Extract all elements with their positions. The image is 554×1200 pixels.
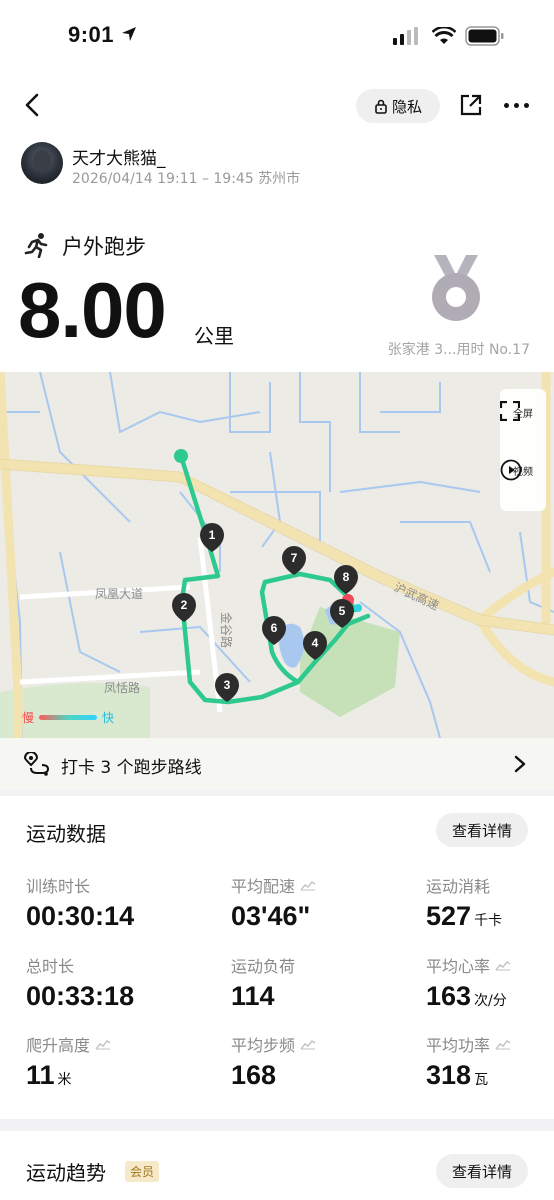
time-location: 2026/04/14 19:11 – 19:45 苏州市 [72, 171, 301, 187]
top-nav: 隐私 [0, 72, 554, 138]
metric-avg-power[interactable]: 平均功率 318 瓦 [426, 1033, 554, 1091]
route-checkin-row[interactable]: 打卡 3 个跑步路线 [0, 738, 554, 790]
speed-slow-label: 慢 [22, 711, 35, 725]
metric-total-time[interactable]: 总时长 00:33:18 [26, 954, 206, 1012]
km-marker[interactable]: 2 [172, 593, 196, 622]
svg-text:8: 8 [343, 570, 350, 584]
metric-value: 00:30:14 [26, 901, 135, 931]
metric-value: 114 [231, 981, 275, 1011]
metric-label: 平均功率 [426, 1036, 491, 1055]
metric-value: 163 [426, 981, 472, 1011]
svg-text:6: 6 [271, 621, 278, 635]
metric-value: 03'46" [231, 901, 311, 931]
wifi-icon [432, 27, 456, 44]
metric-label: 运动消耗 [426, 877, 491, 896]
avatar[interactable] [21, 142, 63, 184]
road-label: 凤恬路 [104, 680, 140, 695]
medal-text[interactable]: 张家港 3...用时 No.17 [388, 339, 530, 359]
route-map[interactable]: 凤凰大道 金谷路 凤恬路 沪武高速 1 2 3 4 5 6 7 8 全屏 视频 … [0, 372, 554, 738]
metric-unit: 米 [57, 1072, 72, 1088]
metric-value: 168 [231, 1060, 277, 1090]
map-controls: 全屏 视频 [500, 389, 546, 511]
road-edges [0, 458, 554, 636]
status-time: 9:01 [68, 22, 115, 47]
battery-icon [465, 26, 504, 46]
metric-training-load[interactable]: 运动负荷 114 [231, 954, 411, 1012]
activity-header: 天才大熊猫_ 2026/04/14 19:11 – 19:45 苏州市 户外跑步… [0, 138, 554, 372]
metric-avg-heart-rate[interactable]: 平均心率 163 次/分 [426, 954, 554, 1012]
road-label: 沪武高速 [392, 579, 442, 613]
trend-chart-icon [495, 961, 511, 971]
svg-text:5: 5 [339, 604, 346, 618]
stats-detail-button[interactable]: 查看详情 [436, 813, 528, 847]
metric-calories[interactable]: 运动消耗 527 千卡 [426, 874, 554, 932]
fullscreen-icon [500, 401, 520, 421]
stats-title: 运动数据 [26, 822, 106, 846]
sport-type: 户外跑步 [62, 235, 146, 259]
metric-label: 平均配速 [231, 877, 296, 896]
metric-label: 总时长 [26, 957, 75, 976]
signal-icon [393, 27, 418, 45]
running-icon [24, 233, 48, 258]
back-icon[interactable] [20, 92, 44, 118]
metric-unit: 次/分 [474, 993, 507, 1009]
metric-label: 平均步频 [231, 1036, 296, 1055]
metric-avg-pace[interactable]: 平均配速 03'46" [231, 874, 411, 932]
play-icon [500, 459, 522, 481]
checkin-text: 打卡 3 个跑步路线 [61, 758, 202, 778]
metric-training-time[interactable]: 训练时长 00:30:14 [26, 874, 206, 932]
privacy-label: 隐私 [391, 97, 422, 116]
trend-chart-icon [95, 1040, 111, 1050]
metric-value: 527 [426, 901, 472, 931]
svg-text:3: 3 [224, 678, 231, 692]
member-badge: 会员 [125, 1161, 160, 1182]
trend-chart-icon [495, 1040, 511, 1050]
lock-icon [375, 99, 387, 114]
road-label: 金谷路 [219, 612, 234, 648]
trend-title: 运动趋势 [26, 1161, 106, 1185]
privacy-button[interactable]: 隐私 [356, 89, 440, 123]
svg-text:4: 4 [312, 636, 319, 650]
metric-label: 运动负荷 [231, 957, 296, 976]
km-marker[interactable]: 7 [282, 546, 306, 575]
start-marker[interactable] [174, 449, 188, 463]
speed-legend: 慢 快 [22, 709, 114, 726]
metric-avg-cadence[interactable]: 平均步频 168 [231, 1033, 411, 1091]
metric-label: 训练时长 [26, 877, 91, 896]
distance-unit: 公里 [194, 324, 234, 348]
end-marker-dot [354, 604, 362, 612]
chevron-right-icon [514, 755, 526, 773]
svg-text:7: 7 [291, 551, 298, 565]
trend-detail-button[interactable]: 查看详情 [436, 1154, 528, 1188]
stats-card: 运动数据 查看详情 训练时长 00:30:14 平均配速 03'46" 运动消耗… [0, 796, 554, 1119]
speed-fast-label: 快 [102, 711, 115, 725]
trend-card: 运动趋势 会员 查看详情 [0, 1131, 554, 1200]
route-pin-icon [24, 752, 50, 776]
metric-value: 318 [426, 1060, 472, 1090]
road-label: 凤凰大道 [95, 587, 143, 601]
metric-value: 11 [26, 1060, 55, 1090]
location-arrow-icon [122, 27, 136, 41]
speed-gradient-bar [39, 715, 98, 720]
svg-text:2: 2 [181, 598, 188, 612]
metric-label: 爬升高度 [26, 1036, 91, 1055]
status-bar: 9:01 [0, 0, 554, 72]
more-icon[interactable] [504, 103, 529, 108]
distance-value: 8.00 [18, 266, 167, 354]
trend-chart-icon [300, 881, 316, 891]
metric-elevation-gain[interactable]: 爬升高度 11 米 [26, 1033, 206, 1091]
share-icon[interactable] [459, 93, 483, 117]
map-canvas[interactable]: 凤凰大道 金谷路 凤恬路 沪武高速 1 2 3 4 5 6 7 8 [0, 372, 554, 738]
trend-chart-icon [300, 1040, 316, 1050]
video-button[interactable]: 视频 [500, 459, 546, 481]
svg-text:1: 1 [209, 528, 216, 542]
medal-icon[interactable] [430, 253, 482, 325]
metric-value: 00:33:18 [26, 981, 135, 1011]
fullscreen-button[interactable]: 全屏 [500, 401, 546, 421]
metric-unit: 瓦 [474, 1072, 489, 1088]
metric-unit: 千卡 [474, 913, 503, 929]
metric-label: 平均心率 [426, 957, 491, 976]
username[interactable]: 天才大熊猫_ [72, 144, 166, 169]
